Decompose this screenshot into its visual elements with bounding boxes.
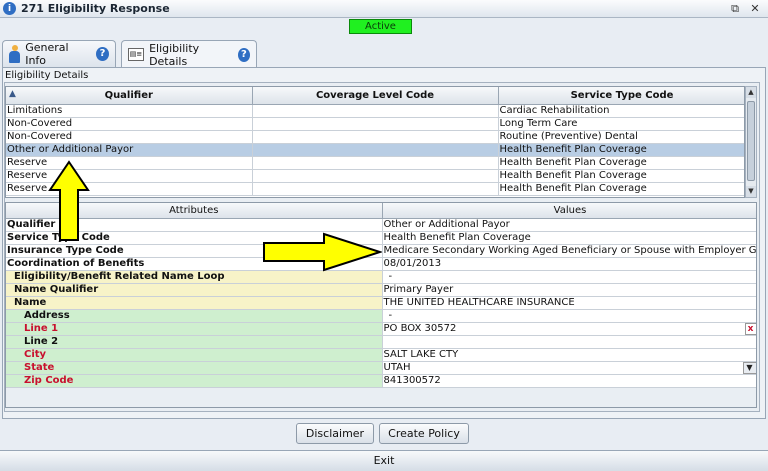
table-row[interactable]: Reserve Health Benefit Plan Coverage: [6, 182, 744, 196]
cell-service-type: Routine (Preventive) Dental: [498, 130, 744, 144]
cell-qualifier: Reserve: [6, 169, 253, 183]
attribute-name: Address: [6, 309, 383, 323]
cell-service-type: Cardiac Rehabilitation: [498, 104, 744, 118]
attribute-name: Zip Code: [6, 374, 383, 388]
state-select[interactable]: UTAH ▼: [382, 361, 756, 375]
attribute-value[interactable]: 841300572: [382, 374, 756, 388]
help-icon[interactable]: ?: [237, 47, 250, 62]
exit-button[interactable]: Exit: [0, 450, 768, 471]
info-icon: i: [3, 2, 16, 15]
tab-label: Eligibility Details: [149, 41, 200, 68]
attribute-name: City: [6, 348, 383, 362]
cell-qualifier: Reserve: [6, 182, 253, 196]
attribute-value-cell[interactable]: PO BOX 30572 x: [382, 322, 756, 336]
scroll-up-icon[interactable]: ▲: [746, 87, 756, 98]
create-policy-button[interactable]: Create Policy: [379, 423, 469, 444]
cell-service-type: Long Term Care: [498, 117, 744, 131]
attribute-value: Primary Payer: [382, 283, 756, 297]
chevron-down-icon[interactable]: ▼: [742, 361, 756, 373]
attribute-value: Other or Additional Payor: [382, 218, 756, 232]
attribute-value: THE UNITED HEALTHCARE INSURANCE: [382, 296, 756, 310]
sort-ascending-icon: ▲: [9, 89, 16, 99]
cell-coverage-level: [252, 130, 499, 144]
cell-coverage-level: [252, 169, 499, 183]
attribute-value: Medicare Secondary Working Aged Benefici…: [382, 244, 757, 258]
title-bar: i 271 Eligibility Response ⧉ ✕: [0, 0, 768, 18]
attribute-value: Health Benefit Plan Coverage: [382, 231, 756, 245]
cell-coverage-level: [252, 143, 499, 157]
close-icon[interactable]: ✕: [748, 2, 762, 15]
attribute-row[interactable]: Qualifier Other or Additional Payor: [6, 218, 756, 232]
attributes-table: Attributes Values Qualifier Other or Add…: [6, 203, 757, 388]
table-row[interactable]: Reserve Health Benefit Plan Coverage: [6, 156, 744, 170]
attribute-value[interactable]: SALT LAKE CTY: [382, 348, 756, 362]
cell-service-type: Health Benefit Plan Coverage: [498, 169, 744, 183]
attribute-row[interactable]: Name THE UNITED HEALTHCARE INSURANCE: [6, 296, 756, 310]
clear-icon[interactable]: x: [744, 322, 756, 334]
restore-icon[interactable]: ⧉: [728, 2, 742, 15]
cell-coverage-level: [252, 104, 499, 118]
column-header-qualifier[interactable]: ▲ Qualifier: [6, 87, 253, 105]
cell-qualifier: Non-Covered: [6, 117, 253, 131]
section-label: Eligibility Details: [5, 70, 89, 81]
column-header-coverage-level[interactable]: Coverage Level Code: [252, 87, 499, 105]
right-arrow-annotation: [263, 232, 382, 272]
disclaimer-button[interactable]: Disclaimer: [296, 423, 374, 444]
table-row[interactable]: Non-Covered Routine (Preventive) Dental: [6, 130, 744, 144]
window-title: 271 Eligibility Response: [21, 2, 170, 15]
attribute-row[interactable]: Line 1 PO BOX 30572 x: [6, 322, 756, 336]
person-icon: [9, 45, 21, 63]
attribute-name: State: [6, 361, 383, 375]
cell-service-type: Health Benefit Plan Coverage: [498, 156, 744, 170]
attribute-value[interactable]: [382, 335, 756, 349]
column-header-values[interactable]: Values: [382, 203, 756, 219]
eligibility-table-container: ▲ Qualifier Coverage Level Code Service …: [5, 86, 745, 198]
cell-coverage-level: [252, 182, 499, 196]
attribute-value: 08/01/2013: [382, 257, 756, 271]
vertical-scrollbar[interactable]: ▲ ▼: [745, 86, 757, 198]
attribute-row[interactable]: Line 2: [6, 335, 756, 349]
attribute-value: UTAH: [383, 361, 411, 373]
attribute-value: -: [382, 309, 756, 323]
eligibility-table: ▲ Qualifier Coverage Level Code Service …: [6, 87, 744, 196]
id-card-icon: ▤≡: [128, 48, 145, 61]
attribute-name: Name Qualifier: [6, 283, 383, 297]
cell-qualifier: Non-Covered: [6, 130, 253, 144]
cell-coverage-level: [252, 117, 499, 131]
attribute-name: Name: [6, 296, 383, 310]
attribute-name: Line 1: [6, 322, 383, 336]
help-icon[interactable]: ?: [96, 47, 109, 61]
attribute-row[interactable]: Name Qualifier Primary Payer: [6, 283, 756, 297]
attribute-name: Line 2: [6, 335, 383, 349]
cell-qualifier: Limitations: [6, 104, 253, 118]
attribute-value: -: [382, 270, 756, 284]
cell-service-type: Health Benefit Plan Coverage: [498, 182, 744, 196]
scroll-down-icon[interactable]: ▼: [746, 186, 756, 197]
cell-service-type: Health Benefit Plan Coverage: [498, 143, 744, 157]
status-badge: Active: [349, 19, 412, 34]
tab-label: General Info: [25, 41, 69, 67]
table-row[interactable]: Limitations Cardiac Rehabilitation: [6, 104, 744, 118]
attribute-row[interactable]: Address -: [6, 309, 756, 323]
table-row-selected[interactable]: Other or Additional Payor Health Benefit…: [6, 143, 744, 157]
cell-qualifier: Other or Additional Payor: [6, 143, 253, 157]
up-arrow-annotation: [48, 160, 90, 241]
tab-eligibility-details[interactable]: ▤≡ Eligibility Details ?: [121, 40, 257, 68]
attribute-row[interactable]: City SALT LAKE CTY: [6, 348, 756, 362]
table-row[interactable]: Reserve Health Benefit Plan Coverage: [6, 169, 744, 183]
scroll-thumb[interactable]: [747, 101, 755, 181]
attribute-row[interactable]: State UTAH ▼: [6, 361, 756, 375]
table-row[interactable]: Non-Covered Long Term Care: [6, 117, 744, 131]
attribute-value: PO BOX 30572: [383, 322, 457, 334]
column-header-service-type[interactable]: Service Type Code: [498, 87, 744, 105]
tab-general-info[interactable]: General Info ?: [2, 40, 116, 67]
attribute-row[interactable]: Zip Code 841300572: [6, 374, 756, 388]
cell-qualifier: Reserve: [6, 156, 253, 170]
cell-coverage-level: [252, 156, 499, 170]
